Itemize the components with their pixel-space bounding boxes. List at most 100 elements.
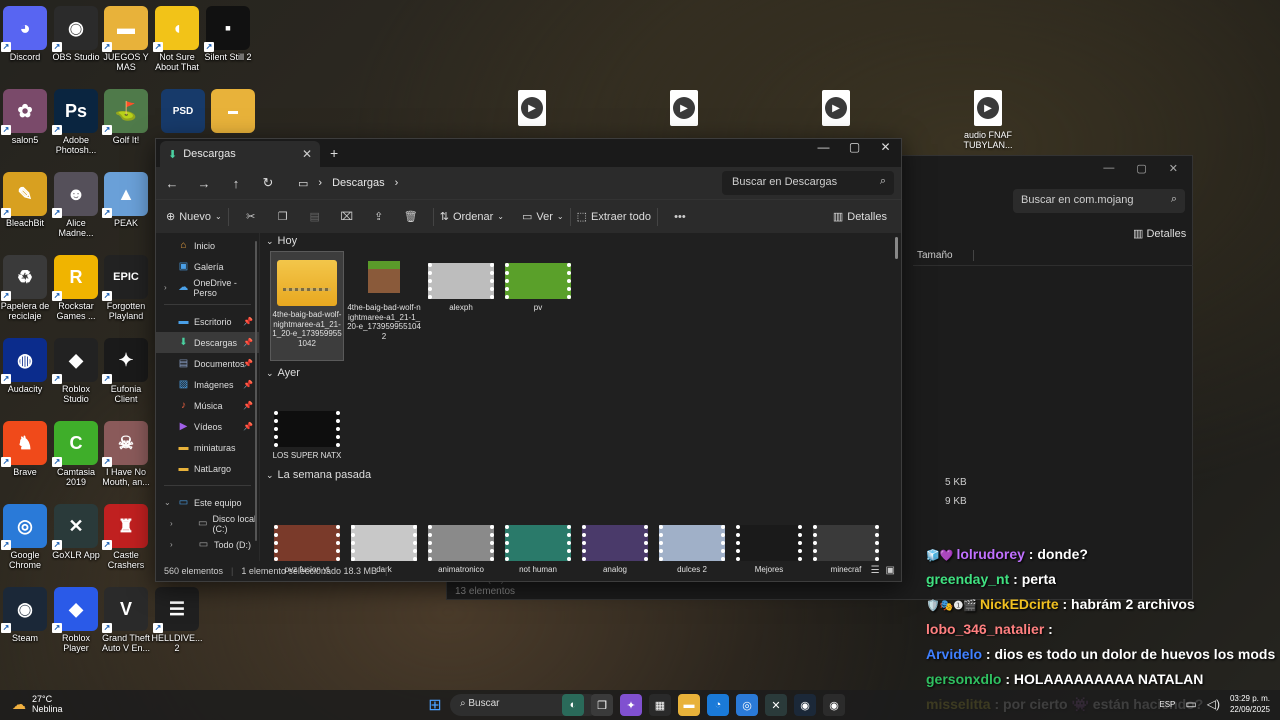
desktop-icon-26[interactable]: ☰ ↗ HELLDIVE... 2 — [149, 587, 205, 653]
file-item[interactable]: pv — [501, 251, 575, 313]
file-item[interactable]: 4the-baig-bad-wolf-nightmaree-a1_21-1_20… — [347, 251, 421, 341]
desktop-icon-6[interactable]: Ps ↗ Adobe Photosh... — [48, 89, 104, 155]
chevron-right-icon[interactable]: › — [164, 283, 167, 292]
bg-window-controls[interactable]: — ▢ ✕ — [1103, 156, 1192, 180]
forward-arrow-icon[interactable]: → — [188, 176, 220, 191]
desktop-video-file[interactable]: ▶ — [497, 90, 567, 126]
volume-icon[interactable]: ◁) — [1207, 697, 1220, 711]
desktop-icon-12[interactable]: R ↗ Rockstar Games ... — [48, 255, 104, 321]
bg-column-header-size[interactable]: Tamaño — [913, 250, 1193, 266]
file-view[interactable]: ⌄ Hoy 4the-baig-bad-wolf-nightmaree-a1_21-… — [260, 233, 901, 574]
desktop-extra-icon[interactable]: ▬ — [205, 89, 261, 133]
desktop-icon-7[interactable]: ⛳ ↗ Golf It! — [98, 89, 154, 145]
desktop-extra-icon[interactable]: PSD — [155, 89, 211, 133]
search-input[interactable]: Buscar en Descargas ⌕ — [722, 171, 894, 195]
view-button[interactable]: ▭ Ver ⌄ — [522, 210, 564, 224]
close-tab-icon[interactable]: ✕ — [302, 147, 312, 161]
minimize-button[interactable]: — — [808, 139, 839, 167]
desktop-icon-18[interactable]: C ↗ Camtasia 2019 — [48, 421, 104, 487]
new-button[interactable]: ⊕ Nuevo ⌄ — [166, 210, 222, 224]
explorer-window[interactable]: ⬇ Descargas ✕ + — ▢ ✕ ← → ↑ ↻ ▭ › Descar… — [155, 138, 902, 582]
sidebar-item-v-deos[interactable]: ▶ Vídeos 📌 — [156, 416, 259, 437]
refresh-icon[interactable]: ↻ — [252, 175, 284, 191]
desktop-icon-2[interactable]: ▬ ↗ JUEGOS Y MAS — [98, 6, 154, 72]
desktop-icon-21[interactable]: ✕ ↗ GoXLR App — [48, 504, 104, 560]
chevron-right-icon[interactable]: › — [170, 540, 173, 549]
desktop-video-file[interactable]: ▶ — [801, 90, 871, 126]
tab-descargas[interactable]: ⬇ Descargas ✕ — [160, 141, 320, 167]
details-view-icon[interactable]: ☰ — [871, 565, 880, 576]
copilot-icon[interactable]: ✦ — [620, 694, 642, 716]
sidebar-item-miniaturas[interactable]: ▬ miniaturas — [156, 437, 259, 458]
breadcrumb-descargas[interactable]: Descargas — [332, 177, 385, 189]
copy-icon[interactable]: ❐ — [267, 210, 299, 223]
lang-indicator[interactable]: ESP — [1159, 700, 1175, 709]
sidebar-item-escritorio[interactable]: ▬ Escritorio 📌 — [156, 311, 259, 332]
desktop-icon-13[interactable]: EPIC ↗ Forgotten Playland — [98, 255, 154, 321]
share-icon[interactable]: ⇪ — [363, 210, 395, 223]
delete-icon[interactable]: 🗑 — [395, 210, 427, 223]
sidebar-item-im-genes[interactable]: ▨ Imágenes 📌 — [156, 374, 259, 395]
desktop-icon-14[interactable]: ◍ ↗ Audacity — [0, 338, 53, 394]
desktop-icon-17[interactable]: ♞ ↗ Brave — [0, 421, 53, 477]
desktop-icon-24[interactable]: ◆ ↗ Roblox Player — [48, 587, 104, 653]
address-bar[interactable]: ▭ › Descargas › — [290, 171, 714, 195]
cut-icon[interactable]: ✂ — [235, 210, 267, 223]
sidebar-item-galer-a[interactable]: ▣ Galería — [156, 256, 259, 277]
sidebar-item-m-sica[interactable]: ♪ Música 📌 — [156, 395, 259, 416]
desktop-icon-9[interactable]: ☻ ↗ Alice Madne... — [48, 172, 104, 238]
minimize-button[interactable]: — — [1103, 162, 1114, 174]
goxlr-icon[interactable]: ✕ — [765, 694, 787, 716]
desktop-icon-15[interactable]: ◆ ↗ Roblox Studio — [48, 338, 104, 404]
sidebar-scrollbar[interactable] — [255, 241, 257, 541]
maximize-button[interactable]: ▢ — [839, 139, 870, 167]
group-header[interactable]: ⌄ Hoy — [266, 235, 297, 247]
bg-details-button[interactable]: ▥ Detalles — [1133, 227, 1186, 240]
close-button[interactable]: ✕ — [1169, 162, 1178, 175]
desktop-icon-5[interactable]: ✿ ↗ salon5 — [0, 89, 53, 145]
sidebar-item-este-equipo[interactable]: ⌄ ▭ Este equipo — [156, 492, 259, 513]
widgets-icon[interactable]: ◐ — [562, 694, 584, 716]
desktop-icon-25[interactable]: V ↗ Grand Theft Auto V En... — [98, 587, 154, 653]
sidebar-item-descargas[interactable]: ⬇ Descargas 📌 — [156, 332, 259, 353]
desktop-icon-1[interactable]: ◉ ↗ OBS Studio — [48, 6, 104, 62]
desktop-icon-10[interactable]: ▲ ↗ PEAK — [98, 172, 154, 228]
desktop-icon-23[interactable]: ◉ ↗ Steam — [0, 587, 53, 643]
weather-widget[interactable]: ☁ 27°C Neblina — [12, 694, 63, 714]
desktop-icon-16[interactable]: ✦ ↗ Eufonia Client — [98, 338, 154, 404]
file-explorer-icon[interactable]: ▬ — [678, 694, 700, 716]
obs-icon[interactable]: ◉ — [823, 694, 845, 716]
chevron-down-icon[interactable]: ⌄ — [164, 498, 171, 507]
sidebar-item-disco-local-c-[interactable]: › ▭ Disco local (C:) — [156, 513, 259, 534]
extract-all-button[interactable]: ⬚ Extraer todo — [577, 210, 651, 224]
desktop-icon-20[interactable]: ◎ ↗ Google Chrome — [0, 504, 53, 570]
edge-icon[interactable]: ◔ — [707, 694, 729, 716]
chrome-icon[interactable]: ◎ — [736, 694, 758, 716]
chevron-right-icon[interactable]: › — [170, 519, 173, 528]
desktop-icon-22[interactable]: ♜ ↗ Castle Crashers — [98, 504, 154, 570]
sidebar-item-onedrive-perso[interactable]: › ☁ OneDrive - Perso — [156, 277, 259, 298]
desktop-icon-3[interactable]: ◖ ↗ Not Sure About That — [149, 6, 205, 72]
desktop-video-file[interactable]: ▶ — [649, 90, 719, 126]
desktop-icon-0[interactable]: ◕ ↗ Discord — [0, 6, 53, 62]
sidebar-item-todo-d-[interactable]: › ▭ Todo (D:) — [156, 534, 259, 555]
sidebar-item-natlargo[interactable]: ▬ NatLargo — [156, 458, 259, 479]
content-scrollbar[interactable] — [895, 237, 898, 259]
file-item[interactable]: LOS SUPER NATX — [270, 407, 344, 461]
more-options-icon[interactable]: ••• — [664, 211, 696, 223]
sort-button[interactable]: ⇅ Ordenar ⌄ — [440, 210, 504, 224]
maximize-button[interactable]: ▢ — [1136, 162, 1146, 175]
clock[interactable]: 03:29 p. m. 22/09/2025 — [1230, 693, 1270, 715]
close-button[interactable]: ✕ — [870, 139, 901, 167]
store-icon[interactable]: ▦ — [649, 694, 671, 716]
up-arrow-icon[interactable]: ↑ — [220, 176, 252, 191]
paste-icon[interactable]: ▤ — [299, 210, 331, 223]
desktop-video-file[interactable]: ▶ audio FNAF TUBYLAN... — [953, 90, 1023, 150]
group-header[interactable]: ⌄ La semana pasada — [266, 469, 371, 481]
tiles-view-icon[interactable]: ▣ — [886, 565, 895, 576]
rename-icon[interactable]: ⌧ — [331, 210, 363, 223]
network-icon[interactable]: ▭ — [1185, 697, 1196, 711]
steam-icon[interactable]: ◉ — [794, 694, 816, 716]
new-tab-button[interactable]: + — [330, 145, 338, 161]
details-button[interactable]: ▥ Detalles — [833, 210, 887, 224]
